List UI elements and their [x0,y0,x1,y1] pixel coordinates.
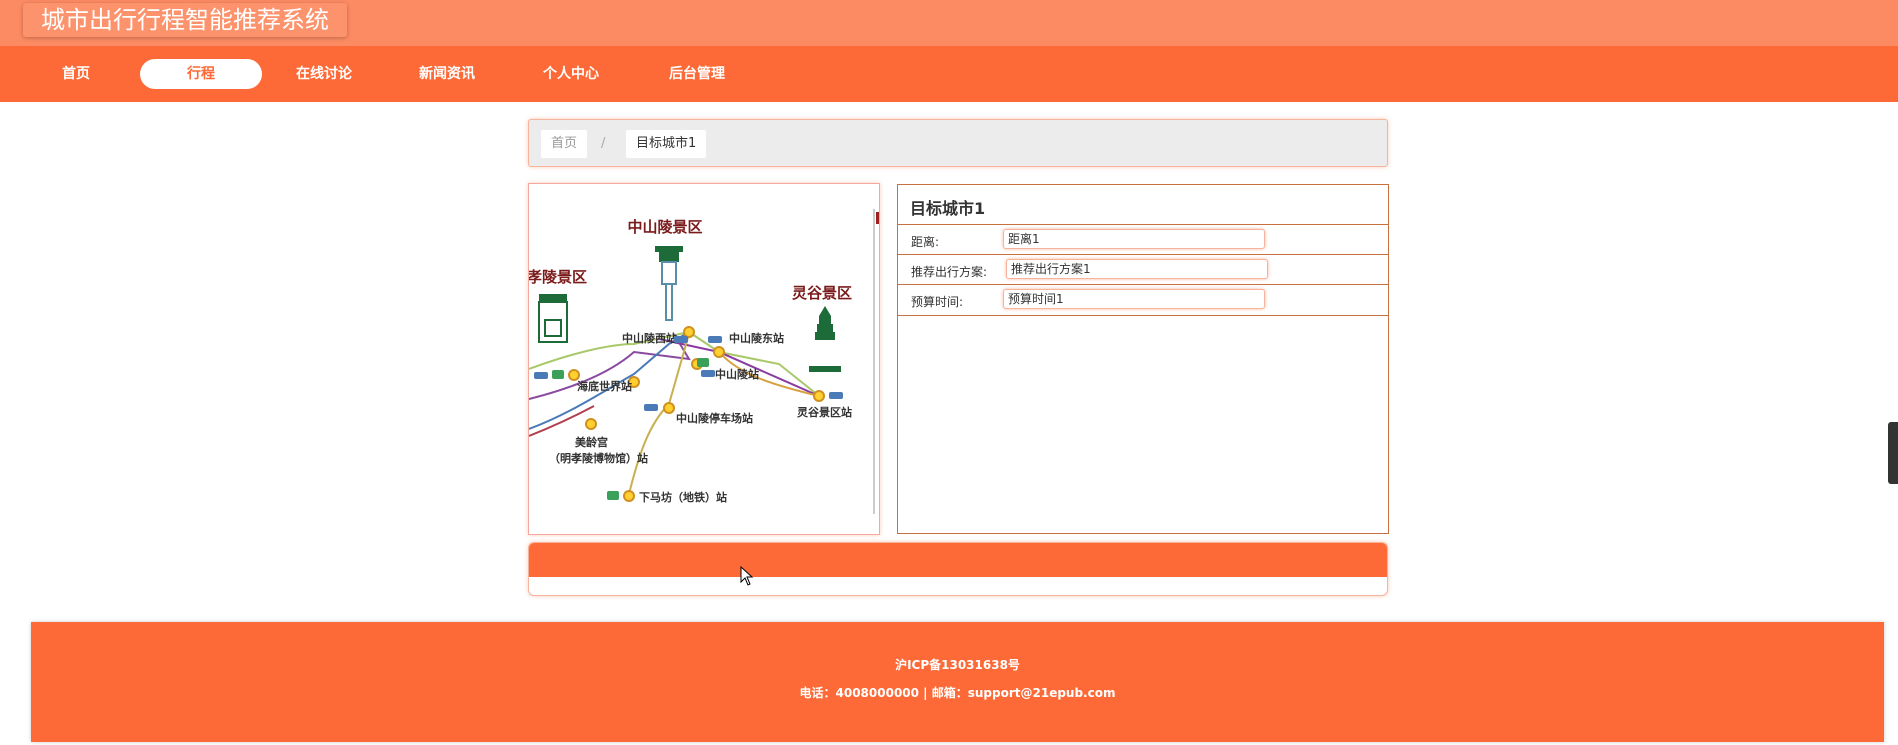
distance-label: 距离: [911,235,940,249]
nav-item-trip[interactable]: 行程 [140,59,262,89]
footer-contact: 电话：4008000000 | 邮箱：support@21epub.com [799,686,1116,700]
map-station-label: 中山陵站 [715,367,759,381]
distance-field[interactable] [1003,229,1265,249]
map-area-label: 中山陵景区 [627,218,702,236]
map-station-label: 美龄宫 [575,435,608,449]
nav-item-news[interactable]: 新闻资讯 [386,59,508,89]
mouse-cursor-icon [740,566,754,586]
map-station-label: 灵谷景区站 [797,405,852,419]
map-area-label: 孝陵景区 [529,268,587,286]
nav-item-home[interactable]: 首页 [15,59,137,89]
content-bar [528,542,1388,596]
map-area-label: 灵谷景区 [792,284,852,302]
map-station-label: （明孝陵博物馆）站 [549,451,648,465]
breadcrumb: 首页 / 目标城市1 [528,119,1388,167]
destination-image: 中山陵景区 灵谷景区 孝陵景区 中山陵西站 中山陵东站 海底世界站 中山陵站 中… [528,183,880,535]
site-title[interactable]: 城市出行行程智能推荐系统 [23,3,347,37]
field-row-plan: 推荐出行方案: [898,254,1388,285]
map-station-label: 下马坊（地铁）站 [639,490,727,504]
scenic-route-map: 中山陵景区 灵谷景区 孝陵景区 中山陵西站 中山陵东站 海底世界站 中山陵站 中… [529,184,879,534]
nav-item-profile[interactable]: 个人中心 [510,59,632,89]
side-float-tab[interactable] [1888,422,1898,484]
map-station-label: 海底世界站 [577,379,632,393]
field-row-distance: 距离: [898,224,1388,255]
time-label: 预算时间: [911,295,964,309]
breadcrumb-current: 目标城市1 [626,130,707,158]
main-nav: 首页 行程 在线讨论 新闻资讯 个人中心 后台管理 [0,46,1898,102]
map-station-label: 中山陵停车场站 [676,411,753,425]
nav-item-discussion[interactable]: 在线讨论 [263,59,385,89]
footer-icp: 沪ICP备13031638号 [895,658,1020,672]
breadcrumb-separator: / [601,136,606,151]
content-bar-header [529,543,1387,577]
field-row-time: 预算时间: [898,284,1388,316]
map-station-label: 中山陵东站 [729,331,784,345]
plan-label: 推荐出行方案: [911,265,988,279]
map-station-label: 中山陵西站 [622,331,677,345]
destination-detail-panel: 目标城市1 距离: 推荐出行方案: 预算时间: [897,184,1389,534]
time-field[interactable] [1003,289,1265,309]
breadcrumb-home[interactable]: 首页 [541,130,588,158]
nav-item-admin[interactable]: 后台管理 [636,59,758,89]
top-bar: 城市出行行程智能推荐系统 [0,0,1898,46]
footer: 沪ICP备13031638号 电话：4008000000 | 邮箱：suppor… [31,622,1884,742]
detail-title: 目标城市1 [910,199,986,218]
plan-field[interactable] [1006,259,1268,279]
